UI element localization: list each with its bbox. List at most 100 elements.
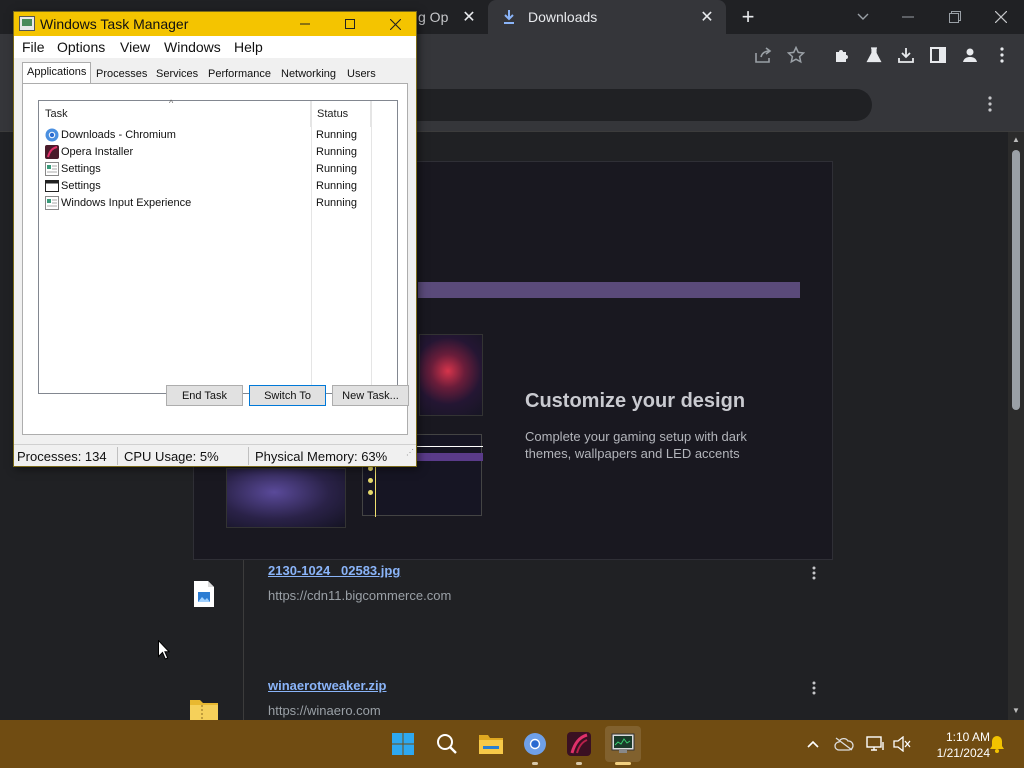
promo-accent-bar xyxy=(418,282,800,298)
switch-to-button[interactable]: Switch To xyxy=(249,385,326,406)
task-row[interactable]: Downloads - Chromium Running xyxy=(39,127,397,144)
task-name: Windows Input Experience xyxy=(61,197,192,209)
task-manager-icon xyxy=(19,16,35,31)
tab-users[interactable]: Users xyxy=(342,64,381,84)
profile-icon[interactable] xyxy=(959,44,981,66)
tab-downloads[interactable]: Downloads ✕ xyxy=(488,0,726,34)
download-source-url[interactable]: https://winaero.com xyxy=(268,703,381,718)
volume-muted-icon[interactable] xyxy=(892,734,912,754)
led-dot xyxy=(368,490,373,495)
task-status: Running xyxy=(316,163,357,175)
chromium-icon[interactable] xyxy=(517,726,553,765)
close-icon[interactable]: ✕ xyxy=(460,8,478,26)
task-row[interactable]: Settings Running xyxy=(39,178,397,195)
opera-icon[interactable] xyxy=(561,726,597,765)
bookmark-star-icon[interactable] xyxy=(785,44,807,66)
notification-bell-icon[interactable] xyxy=(987,734,1007,754)
zip-folder-icon xyxy=(189,695,219,720)
window-frame-icon xyxy=(45,179,59,193)
close-button[interactable] xyxy=(372,12,418,36)
tab-services[interactable]: Services xyxy=(151,64,203,84)
tab-processes[interactable]: Processes xyxy=(91,64,152,84)
system-clock[interactable]: 1:10 AM 1/21/2024 xyxy=(916,729,990,761)
menu-options[interactable]: Options xyxy=(57,39,105,55)
menu-help[interactable]: Help xyxy=(234,39,263,55)
taskbar: 1:10 AM 1/21/2024 xyxy=(0,720,1024,768)
maximize-button[interactable] xyxy=(327,12,373,36)
mouse-cursor-icon xyxy=(158,639,171,660)
tab-title: g Opc xyxy=(418,9,448,25)
promo-text: Complete your gaming setup with dark the… xyxy=(525,429,747,461)
scroll-up-icon[interactable]: ▲ xyxy=(1011,135,1021,145)
extensions-icon[interactable] xyxy=(831,44,853,66)
task-row[interactable]: Windows Input Experience Running xyxy=(39,195,397,212)
labs-flask-icon[interactable] xyxy=(863,44,885,66)
chevron-up-icon[interactable] xyxy=(803,734,823,754)
side-panel-icon[interactable] xyxy=(927,44,949,66)
menu-windows[interactable]: Windows xyxy=(164,39,221,55)
menu-bar: File Options View Windows Help xyxy=(14,36,416,58)
column-label: Task xyxy=(45,108,68,120)
chromium-icon xyxy=(45,128,59,142)
task-manager-icon[interactable] xyxy=(605,726,641,765)
share-icon[interactable] xyxy=(752,44,774,66)
process-count: Processes: 134 xyxy=(17,449,107,464)
download-icon[interactable] xyxy=(895,44,917,66)
task-status: Running xyxy=(316,146,357,158)
status-separator xyxy=(248,447,249,465)
search-icon[interactable] xyxy=(429,726,465,762)
item-more-icon[interactable] xyxy=(805,564,823,582)
title-bar[interactable]: Windows Task Manager xyxy=(14,12,416,36)
led-dot xyxy=(368,478,373,483)
tab-performance[interactable]: Performance xyxy=(203,64,276,84)
scroll-thumb[interactable] xyxy=(1012,150,1020,410)
running-indicator xyxy=(576,762,582,765)
tab-search-icon[interactable] xyxy=(848,4,878,30)
menu-view[interactable]: View xyxy=(120,39,150,55)
windows-start-icon[interactable] xyxy=(385,726,421,762)
download-source-url[interactable]: https://cdn11.bigcommerce.com xyxy=(268,588,451,603)
window-title: Windows Task Manager xyxy=(40,16,189,32)
new-tab-button[interactable]: + xyxy=(736,4,760,30)
download-icon xyxy=(502,10,516,24)
close-icon[interactable]: ✕ xyxy=(698,8,716,26)
minimize-icon[interactable] xyxy=(893,4,923,30)
tab-applications[interactable]: Applications xyxy=(22,62,92,84)
close-window-icon[interactable] xyxy=(986,4,1016,30)
task-row[interactable]: Settings Running xyxy=(39,161,397,178)
download-filename-link[interactable]: 2130-1024 _02583.jpg xyxy=(268,563,400,578)
new-task-button[interactable]: New Task... xyxy=(332,385,409,406)
status-bar: Processes: 134 CPU Usage: 5% Physical Me… xyxy=(14,444,416,466)
active-indicator xyxy=(615,762,631,765)
task-list[interactable]: ^ Task Status Downloads - Chromium Runni… xyxy=(38,98,398,394)
end-task-button[interactable]: End Task xyxy=(166,385,243,406)
search-downloads-input[interactable] xyxy=(400,89,872,121)
onedrive-icon[interactable] xyxy=(834,734,854,754)
wallpaper-preview xyxy=(226,468,346,528)
tab-networking[interactable]: Networking xyxy=(276,64,341,84)
minimize-button[interactable] xyxy=(282,12,328,36)
column-header-task[interactable]: ^ Task xyxy=(39,98,311,127)
status-separator xyxy=(117,447,118,465)
page-scrollbar[interactable]: ▲ ▼ xyxy=(1008,132,1024,720)
task-name: Opera Installer xyxy=(61,146,134,158)
column-header-status[interactable]: Status xyxy=(311,101,371,127)
task-row[interactable]: Opera Installer Running xyxy=(39,144,397,161)
task-manager-window: Windows Task Manager File Options View W… xyxy=(13,11,417,467)
clock-date: 1/21/2024 xyxy=(936,746,990,760)
theme-preview-line xyxy=(375,461,376,517)
promo-title: Customize your design xyxy=(525,390,746,412)
resize-grip-icon[interactable]: ⋰ xyxy=(406,449,414,457)
file-explorer-icon[interactable] xyxy=(473,726,509,762)
restore-icon[interactable] xyxy=(940,4,970,30)
item-more-icon[interactable] xyxy=(805,679,823,697)
menu-file[interactable]: File xyxy=(22,39,45,55)
download-filename-link[interactable]: winaerotweaker.zip xyxy=(268,678,387,693)
network-icon[interactable] xyxy=(866,734,886,754)
scroll-down-icon[interactable]: ▼ xyxy=(1011,706,1021,716)
image-file-icon xyxy=(193,580,215,608)
more-menu-icon[interactable] xyxy=(991,44,1013,66)
sort-arrow-icon: ^ xyxy=(169,98,174,108)
tab-opera[interactable]: g Opc ✕ xyxy=(418,0,488,34)
more-actions-icon[interactable] xyxy=(980,94,1000,114)
